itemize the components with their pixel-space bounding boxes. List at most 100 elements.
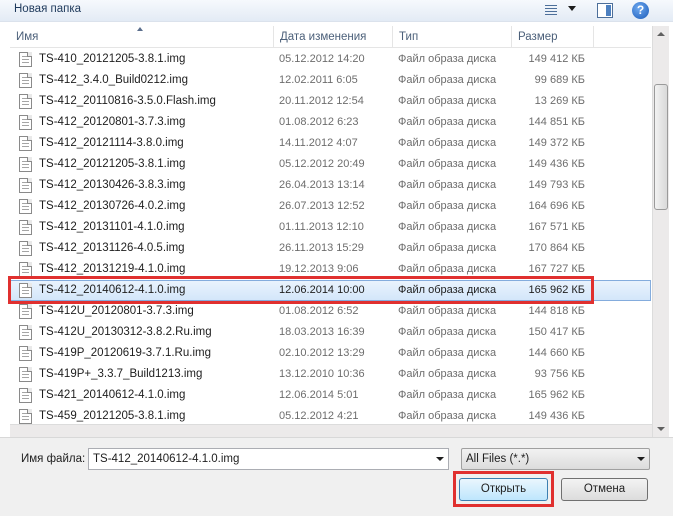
file-icon [19, 199, 32, 214]
file-type: Файл образа диска [398, 200, 497, 212]
file-size: 144 851 КБ [528, 116, 585, 128]
help-icon[interactable]: ? [632, 2, 649, 19]
file-size: 149 412 КБ [528, 53, 585, 65]
filename-input[interactable]: TS-412_20140612-4.1.0.img [88, 448, 449, 470]
file-type: Файл образа диска [398, 305, 497, 317]
file-row[interactable]: TS-412_20110816-3.5.0.Flash.img 20.11.201… [10, 91, 651, 112]
horizontal-scrollbar[interactable] [10, 424, 652, 437]
file-type: Файл образа диска [398, 137, 497, 149]
file-icon [19, 220, 32, 235]
file-type: Файл образа диска [398, 242, 497, 254]
file-row[interactable]: TS-410_20121205-3.8.1.img 05.12.2012 14:2… [10, 49, 651, 70]
column-type[interactable]: Тип [393, 26, 512, 48]
file-icon [19, 115, 32, 130]
column-size-label: Размер [518, 31, 558, 43]
cancel-button[interactable]: Отмена [561, 478, 648, 501]
file-date: 05.12.2012 20:49 [279, 158, 365, 170]
file-name: TS-412_20130726-4.0.2.img [39, 200, 186, 212]
file-list[interactable]: TS-410_20121205-3.8.1.img 05.12.2012 14:2… [10, 49, 651, 437]
file-icon [19, 409, 32, 424]
file-row[interactable]: TS-412_20120801-3.7.3.img 01.08.2012 6:23… [10, 112, 651, 133]
file-name: TS-412U_20120801-3.7.3.img [39, 305, 194, 317]
column-size[interactable]: Размер [512, 26, 594, 48]
file-row[interactable]: TS-412_20121114-3.8.0.img 14.11.2012 4:07… [10, 133, 651, 154]
view-options-icon[interactable] [543, 2, 581, 19]
file-icon [19, 73, 32, 88]
file-name: TS-419P_20120619-3.7.1.Ru.img [39, 347, 211, 359]
file-row[interactable]: TS-412_20130426-3.8.3.img 26.04.2013 13:1… [10, 175, 651, 196]
file-name: TS-410_20121205-3.8.1.img [39, 53, 186, 65]
file-name: TS-412_20130426-3.8.3.img [39, 179, 186, 191]
file-size: 144 660 КБ [528, 347, 585, 359]
file-date: 26.07.2013 12:52 [279, 200, 365, 212]
file-type: Файл образа диска [398, 221, 497, 233]
file-date: 26.11.2013 15:29 [279, 242, 364, 254]
file-row[interactable]: TS-421_20140612-4.1.0.img 12.06.2014 5:01… [10, 385, 651, 406]
file-name: TS-412_20131126-4.0.5.img [39, 242, 185, 254]
file-size: 165 962 КБ [528, 389, 585, 401]
file-type: Файл образа диска [398, 95, 497, 107]
dialog-footer: Имя файла: TS-412_20140612-4.1.0.img All… [0, 437, 673, 516]
file-date: 01.08.2012 6:52 [279, 305, 359, 317]
file-name: TS-412_20120801-3.7.3.img [39, 116, 186, 128]
filename-dropdown-icon[interactable] [432, 449, 448, 469]
file-icon [19, 157, 32, 172]
file-type-dropdown-icon[interactable] [633, 449, 649, 469]
column-date[interactable]: Дата изменения [274, 26, 393, 48]
file-type: Файл образа диска [398, 347, 497, 359]
file-size: 149 793 КБ [528, 179, 585, 191]
file-row[interactable]: TS-412_3.4.0_Build0212.img 12.02.2011 6:0… [10, 70, 651, 91]
vertical-scrollbar[interactable] [652, 26, 669, 437]
file-type: Файл образа диска [398, 116, 497, 128]
column-name[interactable]: Имя [10, 26, 274, 48]
file-date: 14.11.2012 4:07 [279, 137, 358, 149]
column-name-label: Имя [16, 31, 39, 43]
filename-value: TS-412_20140612-4.1.0.img [93, 453, 240, 465]
file-size: 164 696 КБ [528, 200, 585, 212]
preview-pane-icon[interactable] [597, 3, 613, 18]
file-name: TS-412_20131101-4.1.0.img [39, 221, 185, 233]
file-row[interactable]: TS-412_20130726-4.0.2.img 26.07.2013 12:5… [10, 196, 651, 217]
file-icon [19, 241, 32, 256]
file-date: 18.03.2013 16:39 [279, 326, 365, 338]
file-name: TS-412_20110816-3.5.0.Flash.img [39, 95, 216, 107]
file-name: TS-412_20121114-3.8.0.img [39, 137, 184, 149]
file-row[interactable]: TS-412_20121205-3.8.1.img 05.12.2012 20:4… [10, 154, 651, 175]
file-name: TS-421_20140612-4.1.0.img [39, 389, 186, 401]
file-type-select[interactable]: All Files (*.*) [461, 448, 650, 470]
file-size: 149 372 КБ [528, 137, 585, 149]
file-size: 150 417 КБ [528, 326, 585, 338]
file-type: Файл образа диска [398, 179, 497, 191]
file-type: Файл образа диска [398, 389, 497, 401]
new-folder-button[interactable]: Новая папка [14, 3, 81, 15]
file-icon [19, 52, 32, 67]
file-date: 05.12.2012 14:20 [279, 53, 365, 65]
file-row[interactable]: TS-412U_20130312-3.8.2.Ru.img 18.03.2013 … [10, 322, 651, 343]
file-type-value: All Files (*.*) [466, 453, 530, 465]
file-type: Файл образа диска [398, 53, 497, 65]
file-date: 12.02.2011 6:05 [279, 74, 358, 86]
file-row[interactable]: TS-412_20131126-4.0.5.img 26.11.2013 15:2… [10, 238, 651, 259]
file-row[interactable]: TS-419P_20120619-3.7.1.Ru.img 02.10.2012 … [10, 343, 651, 364]
file-row[interactable]: TS-412U_20120801-3.7.3.img 01.08.2012 6:5… [10, 301, 651, 322]
file-size: 99 689 КБ [534, 74, 585, 86]
file-type: Файл образа диска [398, 158, 497, 170]
scroll-thumb[interactable] [654, 84, 668, 210]
column-date-label: Дата изменения [280, 31, 367, 43]
file-size: 144 818 КБ [528, 305, 585, 317]
file-type: Файл образа диска [398, 368, 497, 380]
file-row[interactable]: TS-419P+_3.3.7_Build1213.img 13.12.2010 1… [10, 364, 651, 385]
file-name: TS-419P+_3.3.7_Build1213.img [39, 368, 203, 380]
filename-label: Имя файла: [21, 453, 86, 465]
chevron-down-icon[interactable] [568, 6, 576, 11]
sort-arrow-icon [137, 27, 143, 31]
file-icon [19, 94, 32, 109]
scroll-up-icon[interactable] [653, 26, 669, 42]
file-type: Файл образа диска [398, 74, 497, 86]
file-icon [19, 304, 32, 319]
toolbar: Новая папка ? [0, 0, 673, 22]
scroll-down-icon[interactable] [653, 421, 669, 437]
file-row[interactable]: TS-412_20131101-4.1.0.img 01.11.2013 12:1… [10, 217, 651, 238]
file-icon [19, 388, 32, 403]
file-name: TS-412_20121205-3.8.1.img [39, 158, 186, 170]
